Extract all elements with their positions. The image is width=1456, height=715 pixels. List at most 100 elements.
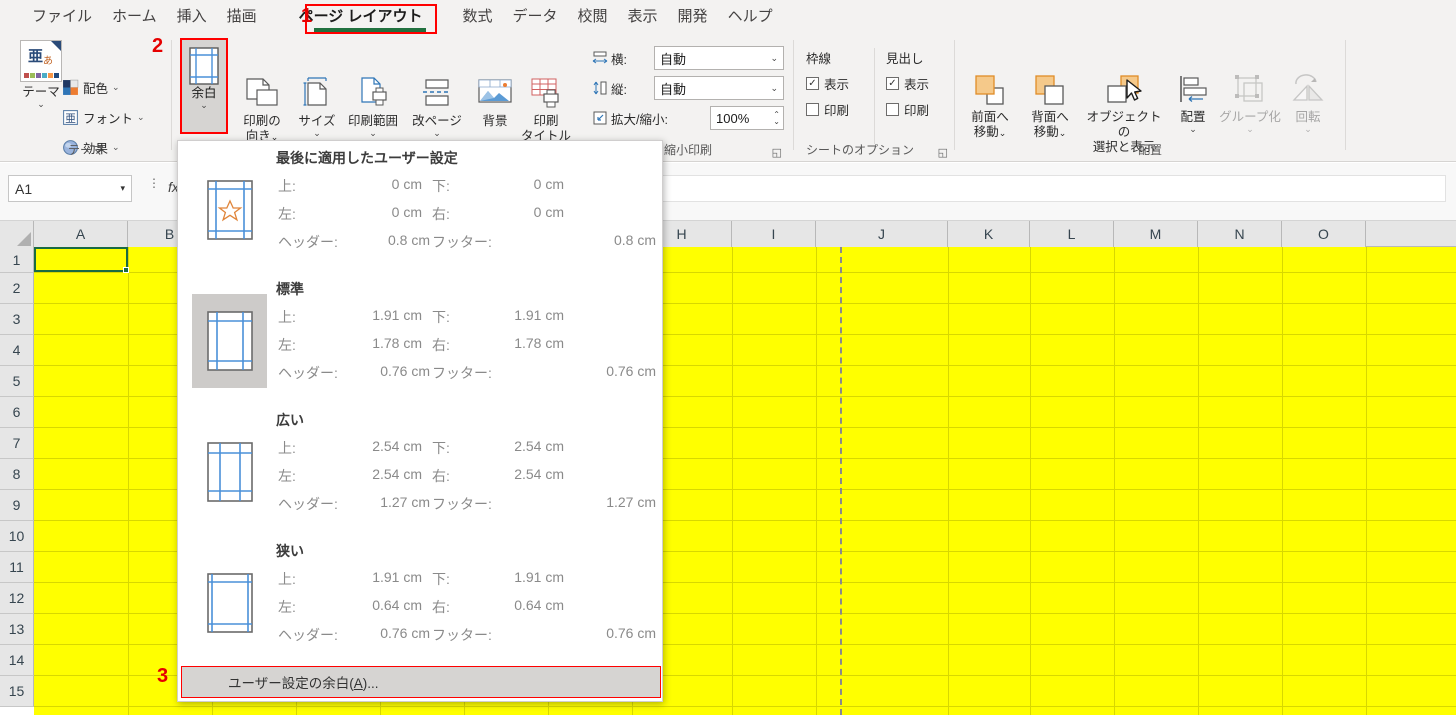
row-header-6[interactable]: 6	[0, 397, 34, 428]
margin-preset-item[interactable]: 狭い上:1.91 cm下:1.91 cm左:0.64 cm右:0.64 cmヘッ…	[178, 534, 662, 665]
tab-review[interactable]: 校閲	[568, 2, 618, 32]
themes-button[interactable]: 亜 あ テーマ ⌄	[8, 40, 74, 108]
print-area-button[interactable]: 印刷範囲 ⌄	[340, 74, 406, 137]
row-header-2[interactable]: 2	[0, 273, 34, 304]
colors-button[interactable]: 配色 ⌄	[62, 78, 120, 97]
ribbon-group-themes: 亜 あ テーマ ⌄ 配色	[0, 34, 172, 162]
row-header-12[interactable]: 12	[0, 583, 34, 614]
row-header-3[interactable]: 3	[0, 304, 34, 335]
tab-draw[interactable]: 描画	[217, 2, 267, 32]
column-header-I[interactable]: I	[732, 221, 816, 247]
scale-zoom-spinner[interactable]: 100% ⌃⌄	[710, 106, 784, 130]
chevron-down-icon[interactable]: ⌄	[340, 129, 406, 137]
headings-print-row[interactable]: 印刷	[886, 100, 929, 119]
margins-dropdown-menu[interactable]: 最後に適用したユーザー設定上:0 cm下:0 cm左:0 cm右:0 cmヘッダ…	[177, 140, 663, 702]
chevron-down-icon[interactable]: ⌄	[292, 129, 342, 137]
gridline-h	[34, 706, 1456, 707]
bring-forward-button[interactable]: 前面へ 移動⌄	[961, 72, 1019, 141]
orientation-button[interactable]: 印刷の 向き⌄	[234, 74, 290, 145]
headings-view-row[interactable]: ✓ 表示	[886, 74, 929, 93]
row-header-11[interactable]: 11	[0, 552, 34, 583]
column-header-L[interactable]: L	[1030, 221, 1114, 247]
tab-view[interactable]: 表示	[618, 2, 668, 32]
row-header-10[interactable]: 10	[0, 521, 34, 552]
sheet-dialog-launcher[interactable]: ◱	[938, 146, 948, 159]
gridlines-print-row[interactable]: 印刷	[806, 100, 849, 119]
headings-view-checkbox[interactable]: ✓	[886, 77, 899, 90]
name-box[interactable]: A1 ▾	[8, 175, 132, 202]
scale-width-combo[interactable]: 自動 ⌄	[654, 46, 784, 70]
row-header-13[interactable]: 13	[0, 614, 34, 645]
top-label: 上:	[278, 304, 344, 330]
breaks-button[interactable]: 改ページ ⌄	[404, 74, 470, 137]
chevron-down-icon[interactable]: ⌄	[112, 82, 120, 93]
rotate-button: 回転 ⌄	[1283, 72, 1333, 133]
column-header-M[interactable]: M	[1114, 221, 1198, 247]
row-header-5[interactable]: 5	[0, 366, 34, 397]
margin-preset-item[interactable]: 最後に適用したユーザー設定上:0 cm下:0 cm左:0 cm右:0 cmヘッダ…	[178, 141, 662, 272]
row-header-4[interactable]: 4	[0, 335, 34, 366]
active-cell-A1[interactable]	[34, 247, 128, 272]
scale-height-combo[interactable]: 自動 ⌄	[654, 76, 784, 100]
background-button[interactable]: 背景	[472, 74, 518, 129]
spinner-arrows[interactable]: ⌃⌄	[773, 111, 780, 125]
tab-insert[interactable]: 挿入	[167, 2, 217, 32]
custom-margins-menu-item[interactable]: ユーザー設定の余白(A)...	[181, 666, 661, 698]
row-header-15[interactable]: 15	[0, 676, 34, 707]
chevron-down-icon[interactable]: ⌄	[1169, 125, 1217, 133]
scale-dialog-launcher[interactable]: ◱	[772, 146, 782, 159]
chevron-down-icon[interactable]: ⌄	[404, 129, 470, 137]
size-button[interactable]: サイズ ⌄	[292, 74, 342, 137]
gridlines-view-checkbox[interactable]: ✓	[806, 77, 819, 90]
margins-button[interactable]: 余白 ⌄	[180, 38, 228, 134]
sheet-group-label: シートのオプション	[794, 141, 954, 158]
tab-data[interactable]: データ	[503, 2, 568, 32]
fill-handle[interactable]	[123, 267, 129, 273]
tab-home[interactable]: ホーム	[102, 2, 167, 32]
row-header-8[interactable]: 8	[0, 459, 34, 490]
print-titles-label-1: 印刷	[533, 114, 558, 128]
row-header-9[interactable]: 9	[0, 490, 34, 521]
bottom-label: 下:	[432, 304, 484, 330]
row-header-14[interactable]: 14	[0, 645, 34, 676]
row-header-1[interactable]: 1	[0, 247, 34, 273]
formula-bar-grip[interactable]: ⋮	[148, 180, 160, 186]
tab-developer[interactable]: 開発	[668, 2, 718, 32]
send-backward-button[interactable]: 背面へ 移動⌄	[1021, 72, 1079, 141]
column-header-N[interactable]: N	[1198, 221, 1282, 247]
scale-width-label: 横:	[611, 49, 627, 68]
background-icon	[476, 74, 514, 112]
chevron-down-icon[interactable]: ▾	[120, 183, 125, 194]
margin-preset-title: 最後に適用したユーザー設定	[276, 148, 458, 168]
tab-formulas[interactable]: 数式	[452, 2, 502, 32]
top-value: 1.91 cm	[346, 566, 430, 592]
column-header-K[interactable]: K	[948, 221, 1030, 247]
tab-file[interactable]: ファイル	[22, 2, 102, 32]
margin-preset-item[interactable]: 標準上:1.91 cm下:1.91 cm左:1.78 cm右:1.78 cmヘッ…	[178, 272, 662, 403]
margin-preset-item[interactable]: 広い上:2.54 cm下:2.54 cm左:2.54 cm右:2.54 cmヘッ…	[178, 403, 662, 534]
print-titles-button[interactable]: 印刷 タイトル	[520, 74, 572, 144]
headings-print-checkbox[interactable]	[886, 103, 899, 116]
align-button[interactable]: 配置 ⌄	[1169, 72, 1217, 133]
column-header-A[interactable]: A	[34, 221, 128, 247]
bottom-label: 下:	[432, 566, 484, 592]
gridlines-print-checkbox[interactable]	[806, 103, 819, 116]
top-label: 上:	[278, 435, 344, 461]
chevron-down-icon[interactable]: ⌄	[137, 112, 145, 123]
left-value: 0 cm	[346, 201, 430, 227]
tab-help[interactable]: ヘルプ	[718, 2, 783, 32]
row-header-7[interactable]: 7	[0, 428, 34, 459]
column-header-J[interactable]: J	[816, 221, 948, 247]
group-icon	[1230, 72, 1270, 108]
chevron-down-icon[interactable]: ⌄	[8, 100, 74, 108]
gridlines-view-row[interactable]: ✓ 表示	[806, 74, 849, 93]
footer-value: 0.76 cm	[574, 622, 656, 648]
select-all-corner[interactable]	[0, 221, 34, 247]
fonts-button[interactable]: 亜 フォント ⌄	[62, 108, 145, 127]
chevron-down-icon: ⌄	[770, 83, 778, 94]
column-header-O[interactable]: O	[1282, 221, 1366, 247]
chevron-down-icon[interactable]: ⌄	[200, 101, 208, 109]
header-value: 0.8 cm	[346, 229, 430, 255]
top-label: 上:	[278, 566, 344, 592]
gridlines-header: 枠線	[806, 48, 849, 67]
